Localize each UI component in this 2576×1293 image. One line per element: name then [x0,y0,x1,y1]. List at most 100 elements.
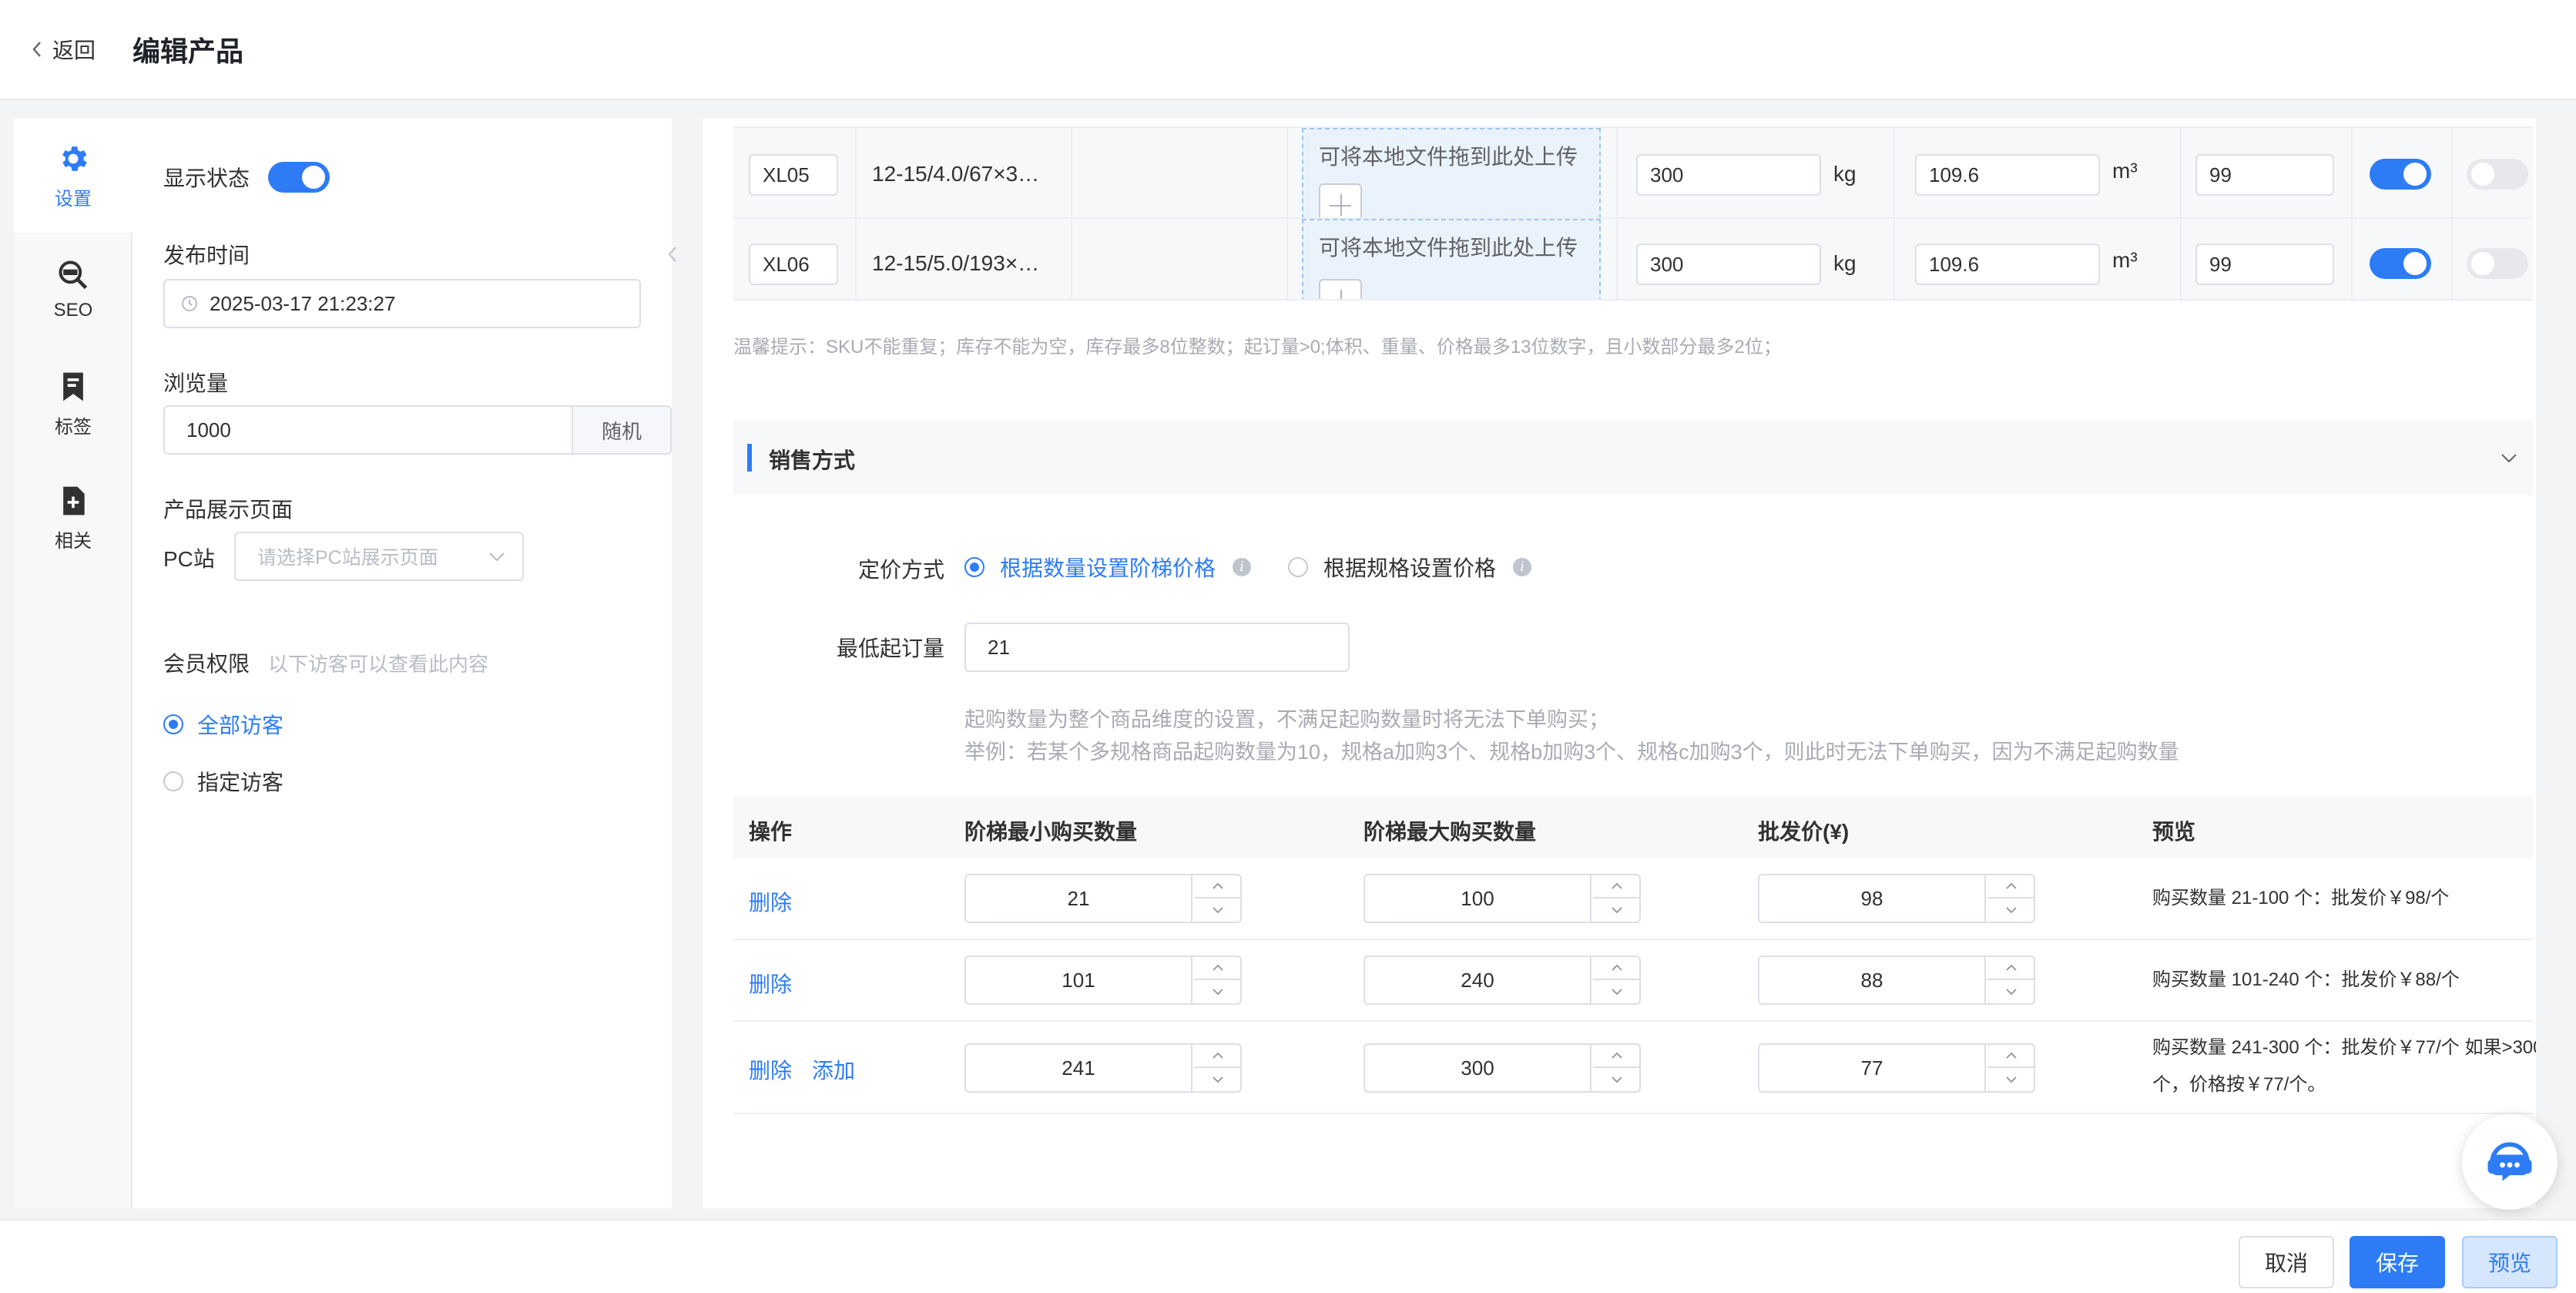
weight-input[interactable]: 300 [1636,243,1821,285]
sku-enable-toggle[interactable] [2370,159,2431,190]
publish-time-input[interactable]: 2025-03-17 21:23:27 [163,279,641,328]
min-qty-value[interactable]: 241 [966,1045,1192,1091]
stepper-up[interactable] [1987,875,2035,898]
stepper-up[interactable] [1194,957,1242,980]
chevron-down-icon [489,552,505,562]
radio-all-visitors-dot[interactable] [163,714,183,734]
stock-value: 99 [2209,163,2232,186]
min-order-input[interactable]: 21 [964,623,1350,672]
delete-link[interactable]: 删除 [749,968,792,999]
stepper-up[interactable] [1593,875,1641,898]
chevron-up-icon [1612,882,1622,889]
main-content: XL05 12-15/4.0/67×3… 可将本地文件拖到此处上传 300 kg… [703,119,2536,1208]
min-order-hint-2: 举例：若某个多规格商品起购数量为10，规格a加购3个、规格b加购3个、规格c加购… [964,741,2179,764]
nav-item-related[interactable]: 相关 [14,461,132,575]
min-qty-value[interactable]: 21 [966,875,1192,922]
price-stepper[interactable]: 88 [1758,955,2035,1005]
upload-plus-icon[interactable] [1319,183,1362,217]
stepper-up[interactable] [1987,1045,2035,1068]
stepper-down[interactable] [1194,1068,1242,1091]
customer-service-button[interactable] [2462,1114,2558,1210]
upload-hint: 可将本地文件拖到此处上传 [1319,145,1578,169]
chevron-down-icon [2501,454,2517,463]
stepper-up[interactable] [1987,957,2035,980]
nav-item-settings[interactable]: 设置 [14,119,132,233]
display-status-toggle[interactable] [268,162,330,193]
stepper-up[interactable] [1593,1045,1641,1068]
tier-preview: 购买数量 241-300 个：批发价￥77/个 如果>300个，价格按￥77/个… [2152,1037,2536,1095]
nav-label-settings: 设置 [55,188,92,210]
stepper-down[interactable] [1593,980,1641,1003]
stepper-up[interactable] [1593,957,1641,980]
max-qty-stepper[interactable]: 300 [1363,1043,1641,1093]
upload-plus-icon[interactable] [1319,279,1362,299]
sku-table: XL05 12-15/4.0/67×3… 可将本地文件拖到此处上传 300 kg… [733,126,2533,301]
random-button[interactable]: 随机 [572,405,672,455]
min-qty-stepper[interactable]: 241 [964,1043,1242,1093]
sku-code-input[interactable]: XL06 [749,243,838,285]
min-qty-stepper[interactable]: 101 [964,955,1242,1005]
stepper-up[interactable] [1194,1045,1242,1068]
cancel-button[interactable]: 取消 [2239,1236,2334,1288]
chevron-down-icon [2006,1076,2017,1083]
weight-input[interactable]: 300 [1636,154,1821,196]
sku-enable-toggle[interactable] [2370,248,2431,279]
collapse-panel-handle[interactable] [667,245,684,291]
radio-spec-price[interactable]: 根据规格设置价格 i [1288,552,1532,583]
radio-specific-visitors[interactable]: 指定访客 [163,766,283,797]
radio-tier-price-dot[interactable] [964,557,984,577]
upload-dropzone[interactable]: 可将本地文件拖到此处上传 [1302,219,1601,299]
radio-spec-price-dot[interactable] [1288,557,1308,577]
back-button[interactable]: 返回 [31,34,96,65]
info-icon[interactable]: i [1513,558,1532,576]
nav-item-seo[interactable]: SEO [14,233,132,347]
pc-site-select[interactable]: 请选择PC站展示页面 [234,532,524,581]
bookmark-icon [63,372,83,401]
sku-code-input[interactable]: XL05 [749,154,838,196]
info-icon[interactable]: i [1233,558,1252,576]
preview-button[interactable]: 预览 [2462,1236,2558,1288]
volume-input[interactable]: 109.6 [1915,154,2100,196]
price-value[interactable]: 98 [1759,875,1986,922]
upload-hint: 可将本地文件拖到此处上传 [1319,236,1578,260]
delete-link[interactable]: 删除 [749,886,792,917]
stepper-down[interactable] [1987,898,2035,922]
stepper-down[interactable] [1987,980,2035,1003]
price-value[interactable]: 77 [1759,1045,1986,1091]
sku-default-toggle[interactable] [2467,248,2528,279]
price-value[interactable]: 88 [1759,957,1986,1003]
stepper-up[interactable] [1194,875,1242,898]
min-qty-value[interactable]: 101 [966,957,1192,1003]
max-qty-value[interactable]: 300 [1365,1045,1592,1091]
pc-site-label: PC站 [163,547,215,571]
stepper-down[interactable] [1987,1068,2035,1091]
max-qty-stepper[interactable]: 100 [1363,874,1641,923]
stepper-down[interactable] [1194,980,1242,1003]
max-qty-value[interactable]: 240 [1365,957,1592,1003]
delete-link[interactable]: 删除 [749,1054,792,1085]
save-button[interactable]: 保存 [2350,1236,2445,1288]
max-qty-stepper[interactable]: 240 [1363,955,1641,1005]
price-stepper[interactable]: 77 [1758,1043,2035,1093]
price-stepper[interactable]: 98 [1758,874,2035,923]
min-qty-stepper[interactable]: 21 [964,874,1242,923]
nav-item-tags[interactable]: 标签 [14,347,132,461]
sku-default-toggle[interactable] [2467,159,2528,190]
stock-input[interactable]: 99 [2195,154,2334,196]
stepper-down[interactable] [1593,1068,1641,1091]
max-qty-value[interactable]: 100 [1365,875,1592,922]
add-link[interactable]: 添加 [812,1054,855,1085]
radio-specific-visitors-dot[interactable] [163,771,183,791]
volume-input[interactable]: 109.6 [1915,243,2100,285]
radio-all-visitors[interactable]: 全部访客 [163,709,283,740]
stepper-down[interactable] [1593,898,1641,922]
radio-tier-price[interactable]: 根据数量设置阶梯价格 i [964,552,1252,583]
upload-dropzone[interactable]: 可将本地文件拖到此处上传 [1302,128,1601,219]
sales-section-header[interactable]: 销售方式 [733,421,2533,495]
file-add-icon [63,486,85,515]
stepper-down[interactable] [1194,898,1242,922]
min-order-value: 21 [988,635,1010,659]
publish-time-label: 发布时间 [163,243,250,267]
views-input[interactable]: 1000 [163,405,573,455]
stock-input[interactable]: 99 [2195,243,2334,285]
